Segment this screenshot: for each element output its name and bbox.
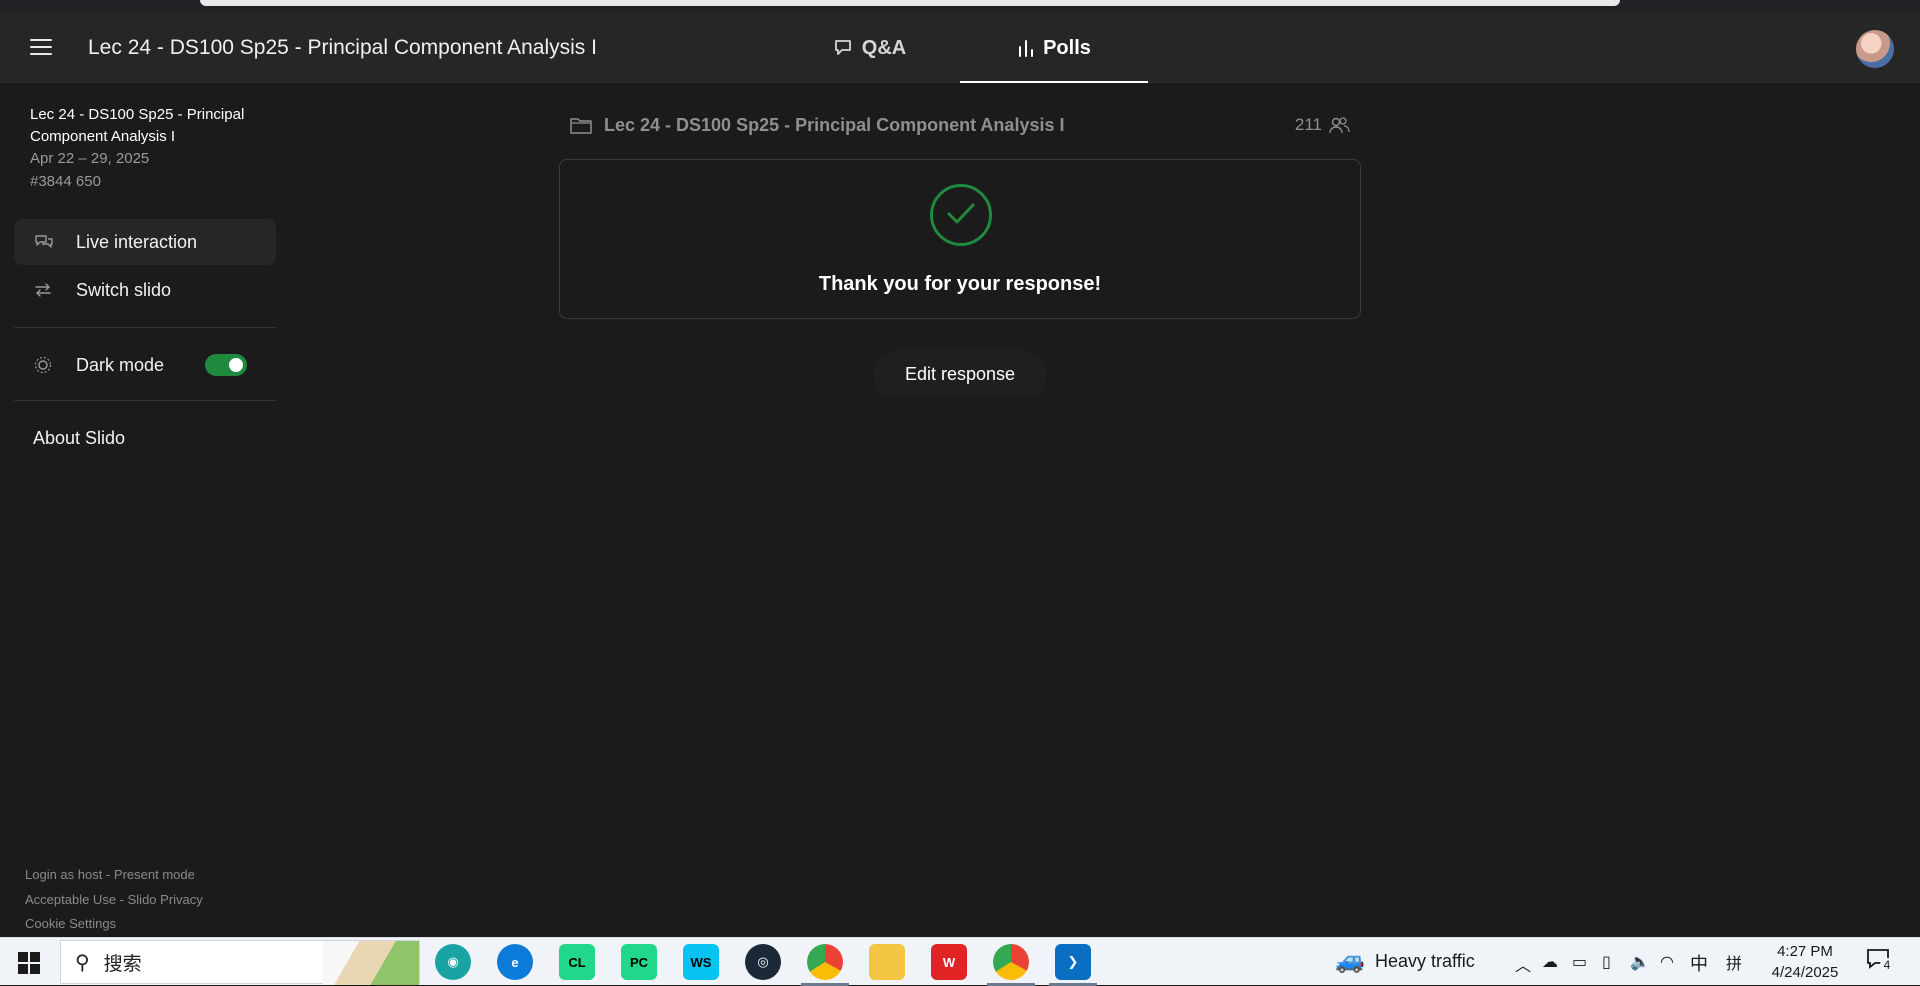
battery-icon[interactable]: ▭ <box>1572 952 1587 972</box>
poll-header: Lec 24 - DS100 Sp25 - Principal Componen… <box>570 113 1350 139</box>
hamburger-menu-icon[interactable] <box>30 39 52 57</box>
footer-row-2: Acceptable Use - Slido Privacy <box>25 892 203 907</box>
present-mode-link[interactable]: Present mode <box>114 867 195 882</box>
sidebar-item-label: Switch slido <box>76 279 172 300</box>
participant-count: 211 <box>1295 115 1350 135</box>
chat-bubbles-icon <box>34 234 68 250</box>
bar-chart-icon <box>1019 40 1034 57</box>
tab-qa-label: Q&A <box>861 36 907 59</box>
sidebar: Lec 24 - DS100 Sp25 - Principal Componen… <box>0 84 290 936</box>
wps-office-icon[interactable]: W <box>931 944 967 980</box>
webstorm-icon[interactable]: WS <box>683 944 719 980</box>
dark-mode-label: Dark mode <box>76 354 165 375</box>
top-bar: Lec 24 - DS100 Sp25 - Principal Componen… <box>0 13 1920 83</box>
tab-qa[interactable]: Q&A <box>820 13 920 83</box>
chevron-up-icon[interactable]: ︿ <box>1515 952 1531 976</box>
taskbar-search-placeholder: 搜索 <box>103 952 142 975</box>
notification-center-icon[interactable]: 4 <box>1866 948 1896 976</box>
sidebar-item-label: Live interaction <box>76 231 198 252</box>
chat-bubble-icon <box>834 40 851 55</box>
windows-taskbar: ⚲ 搜索 ◉ e CL PC WS ◎ W ❯ 🚙 Heavy traffic … <box>0 937 1920 986</box>
file-explorer-icon[interactable] <box>869 944 905 980</box>
poll-title: Lec 24 - DS100 Sp25 - Principal Componen… <box>604 115 1065 135</box>
tab-polls-label: Polls <box>1043 36 1091 59</box>
search-icon: ⚲ <box>75 951 90 974</box>
folder-icon <box>570 118 592 134</box>
wifi-icon[interactable]: ◠ <box>1660 952 1674 972</box>
acceptable-use-link[interactable]: Acceptable Use <box>25 892 116 907</box>
cloud-error-icon[interactable]: ☁ <box>1542 952 1558 972</box>
privacy-link[interactable]: Slido Privacy <box>128 892 203 907</box>
vscode-icon[interactable]: ❯ <box>1049 944 1097 986</box>
browser-top-strip <box>0 0 1920 13</box>
chrome-profile-icon[interactable] <box>987 944 1035 986</box>
event-title: Lec 24 - DS100 Sp25 - Principal Componen… <box>88 36 597 59</box>
pycharm-icon[interactable]: PC <box>621 944 657 980</box>
clock-time: 4:27 PM <box>1777 943 1833 960</box>
app-brain-icon[interactable]: ◉ <box>435 944 471 980</box>
traffic-car-icon[interactable]: 🚙 <box>1335 946 1365 975</box>
participant-count-value: 211 <box>1294 115 1322 134</box>
check-circle-icon <box>930 184 992 246</box>
ime-pinyin-indicator[interactable]: 拼 <box>1726 950 1742 974</box>
login-as-host-link[interactable]: Login as host <box>25 867 102 882</box>
edge-browser-icon[interactable]: e <box>497 944 533 980</box>
dark-mode-toggle[interactable] <box>205 354 247 376</box>
clock-date: 4/24/2025 <box>1771 964 1839 981</box>
sidebar-event-title: Lec 24 - DS100 Sp25 - Principal Componen… <box>30 106 245 145</box>
divider <box>14 327 276 328</box>
users-icon <box>1329 117 1350 134</box>
tab-polls[interactable]: Polls <box>960 13 1148 83</box>
thank-you-message: Thank you for your response! <box>818 273 1102 295</box>
swap-arrows-icon <box>34 282 68 298</box>
weather-traffic-text[interactable]: Heavy traffic <box>1375 951 1475 972</box>
chrome-icon[interactable] <box>801 944 849 986</box>
clion-icon[interactable]: CL <box>559 944 595 980</box>
sidebar-event-code: #3844 650 <box>30 173 101 190</box>
taskbar-clock[interactable]: 4:27 PM 4/24/2025 <box>1760 941 1850 983</box>
toggle-knob <box>229 358 243 372</box>
ime-chinese-indicator[interactable]: 中 <box>1690 950 1708 976</box>
footer-row-3: Cookie Settings <box>25 916 116 931</box>
about-slido-link[interactable]: About Slido <box>33 428 125 449</box>
avatar[interactable] <box>1856 30 1894 68</box>
sidebar-item-switch-slido[interactable]: Switch slido <box>14 267 276 313</box>
search-highlight-art <box>323 941 419 985</box>
sun-moon-icon <box>34 356 68 374</box>
cookie-settings-link[interactable]: Cookie Settings <box>25 916 116 931</box>
steam-icon[interactable]: ◎ <box>745 944 781 980</box>
speaker-icon[interactable]: 🔈 <box>1630 952 1650 972</box>
taskbar-search-box[interactable]: ⚲ 搜索 <box>60 940 420 985</box>
edit-response-button[interactable]: Edit response <box>873 350 1047 398</box>
windows-start-icon[interactable] <box>18 952 40 974</box>
notification-count: 4 <box>1880 958 1894 972</box>
divider <box>14 400 276 401</box>
sidebar-event-dates: Apr 22 – 29, 2025 <box>30 150 150 167</box>
response-confirmation-card: Thank you for your response! <box>559 159 1361 319</box>
footer-row-1: Login as host - Present mode <box>25 867 195 882</box>
device-icon[interactable]: ▯ <box>1602 952 1611 972</box>
sidebar-item-live-interaction[interactable]: Live interaction <box>14 219 276 265</box>
